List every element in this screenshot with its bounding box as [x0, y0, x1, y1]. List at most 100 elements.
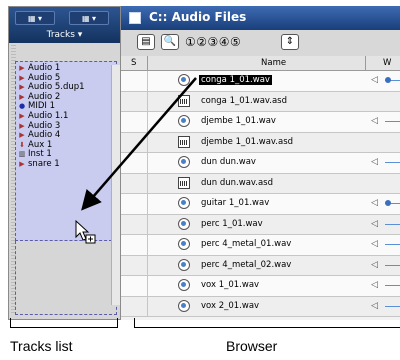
status-cell [121, 194, 148, 214]
speaker-icon[interactable]: ◁ [371, 280, 378, 290]
audio-file-icon [178, 299, 190, 312]
audio-file-icon [178, 279, 190, 291]
file-row[interactable]: dun dun.wav.asd [121, 173, 400, 194]
waveform-preview [385, 244, 400, 245]
file-row[interactable]: vox 1_01.wav ◁ [121, 276, 400, 297]
speaker-icon[interactable]: ◁ [371, 157, 378, 167]
audio-file-icon [178, 197, 190, 209]
file-row[interactable]: conga 1_01.wav.asd [121, 91, 400, 112]
status-cell [121, 296, 148, 316]
sort-button[interactable]: ⇕ [281, 34, 299, 50]
file-row[interactable]: djembe 1_01.wav ◁ [121, 112, 400, 133]
track-item[interactable]: ▶ snare 1 [18, 159, 116, 170]
audio-track-icon: ▶ [19, 131, 25, 140]
browser-toolbar: ▤ 🔍 ①②③④⑤ ⇕ [121, 30, 400, 57]
tracks-scrollbar[interactable] [111, 65, 120, 305]
speaker-icon[interactable]: ◁ [371, 239, 378, 249]
column-waveform-header[interactable]: W [383, 56, 391, 70]
audio-track-icon: ▶ [19, 111, 25, 120]
browser-caption: Browser [226, 338, 278, 354]
search-button[interactable]: 🔍 [161, 34, 179, 50]
status-cell [121, 132, 148, 152]
audio-file-icon [178, 258, 190, 271]
file-row[interactable]: dun dun.wav ◁ [121, 153, 400, 174]
grid-icon: ▦ [81, 14, 90, 23]
waveform-peak [385, 77, 391, 83]
up-down-arrows-icon: ⇕ [285, 36, 295, 47]
status-cell [121, 255, 148, 275]
tracks-list-bracket [10, 318, 118, 328]
audio-track-icon: ▶ [19, 121, 25, 130]
file-row[interactable]: perc 1_01.wav ◁ [121, 214, 400, 235]
column-header: S Name W [121, 56, 400, 71]
analysis-file-icon [178, 176, 190, 189]
file-name: perc 4_metal_01.wav [201, 239, 292, 249]
window-menu-icon[interactable] [129, 12, 141, 24]
browser-title: C:: Audio Files [149, 10, 247, 24]
waveform-preview [385, 162, 400, 163]
file-row[interactable]: guitar 1_01.wav ◁ [121, 194, 400, 215]
view-preset-buttons[interactable]: ①②③④⑤ [185, 35, 241, 49]
file-row[interactable]: vox 2_01.wav ◁ [121, 296, 400, 317]
file-row[interactable]: perc 4_metal_02.wav ◁ [121, 255, 400, 276]
status-cell [121, 214, 148, 234]
status-cell [121, 235, 148, 255]
speaker-icon[interactable]: ◁ [371, 75, 378, 85]
menu-icon: ▤ [141, 36, 151, 47]
tracks-list-caption: Tracks list [10, 338, 73, 354]
speaker-icon[interactable]: ◁ [371, 260, 378, 270]
audio-track-icon: ▶ [19, 159, 25, 168]
audio-file-icon [178, 217, 190, 230]
track-options-menu-button[interactable]: ▦ ▾ [69, 11, 109, 25]
file-list: conga 1_01.wav ◁ conga 1_01.wav.asddjembe … [121, 71, 400, 317]
chevron-down-icon: ▾ [77, 30, 83, 40]
search-icon: 🔍 [163, 36, 177, 47]
status-cell [121, 112, 148, 132]
speaker-icon[interactable]: ◁ [371, 219, 378, 229]
status-cell [121, 91, 148, 111]
instrument-track-icon: ▥ [18, 150, 26, 159]
audio-file-icon [178, 238, 190, 250]
status-cell [121, 153, 148, 173]
file-name: djembe 1_01.wav.asd [201, 136, 294, 147]
browser-window: C:: Audio Files ▤ 🔍 ①②③④⑤ ⇕ S Name W con… [120, 6, 400, 320]
tracks-header-menu[interactable]: Tracks ▾ [9, 27, 120, 43]
file-row[interactable]: djembe 1_01.wav.asd [121, 132, 400, 153]
track-view-menu-button[interactable]: ▦ ▾ [15, 11, 55, 25]
file-name: dun dun.wav.asd [201, 177, 274, 188]
aux-track-icon: ⬇ [19, 140, 25, 149]
speaker-icon[interactable]: ◁ [371, 198, 378, 208]
track-list[interactable]: ▶ Audio 1 ▶ Audio 5 ▶ Audio 5.dup1 ▶ Audio 2 ● MI… [15, 61, 117, 241]
file-name: djembe 1_01.wav [201, 116, 276, 126]
audio-file-icon [178, 156, 190, 168]
file-name: conga 1_01.wav.asd [201, 95, 288, 106]
audio-track-icon: ▶ [19, 73, 25, 82]
file-row[interactable]: perc 4_metal_01.wav ◁ [121, 235, 400, 256]
browser-titlebar[interactable]: C:: Audio Files [121, 6, 400, 30]
column-s-header[interactable]: S [131, 56, 136, 70]
column-divider [365, 56, 366, 70]
status-cell [121, 173, 148, 193]
tracks-list-panel: ▦ ▾ ▦ ▾ Tracks ▾ ▶ Audio 1 ▶ Audio 5 ▶ Audio … [8, 6, 121, 320]
audio-track-icon: ▶ [19, 83, 25, 92]
drag-copy-cursor-icon [75, 219, 96, 244]
analysis-file-icon [178, 94, 190, 107]
audio-track-icon: ▶ [19, 92, 25, 101]
file-name: dun dun.wav [201, 157, 256, 167]
column-name-header[interactable]: Name [261, 56, 286, 70]
file-row[interactable]: conga 1_01.wav ◁ [121, 71, 400, 92]
column-divider [147, 56, 148, 70]
grid-icon: ▦ [27, 14, 36, 23]
waveform-peak [385, 200, 391, 206]
speaker-icon[interactable]: ◁ [371, 301, 378, 311]
speaker-icon[interactable]: ◁ [371, 116, 378, 126]
waveform-preview [385, 223, 400, 225]
file-name: vox 1_01.wav [201, 280, 260, 290]
track-drop-zone[interactable] [15, 241, 117, 315]
audio-track-icon: ▶ [19, 64, 25, 72]
tracks-toolbar: ▦ ▾ ▦ ▾ Tracks ▾ [9, 7, 120, 43]
menu-button[interactable]: ▤ [137, 34, 155, 50]
audio-file-icon [178, 115, 190, 127]
file-name: perc 1_01.wav [201, 218, 263, 229]
midi-track-icon: ● [18, 102, 26, 111]
